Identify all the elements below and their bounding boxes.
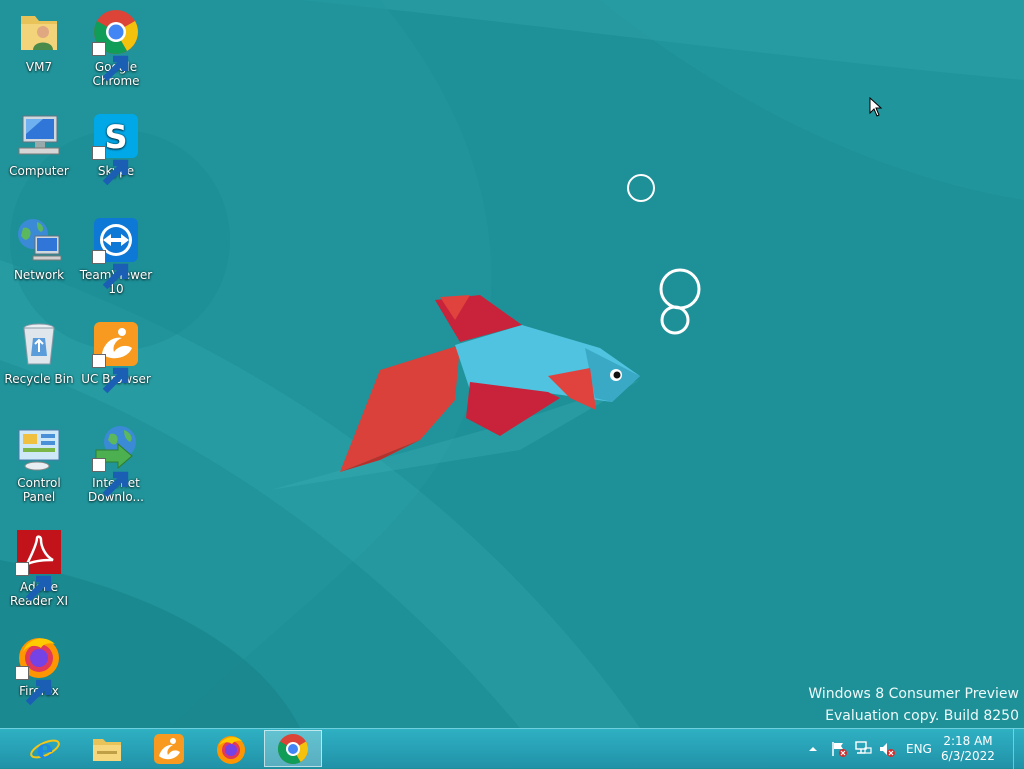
action-center-flag-icon[interactable]: [830, 740, 848, 758]
control-panel-icon: [18, 429, 60, 471]
windows-evaluation-watermark: Windows 8 Consumer Preview Evaluation co…: [808, 683, 1019, 727]
file-explorer-icon: [93, 738, 121, 761]
network-status-icon[interactable]: [854, 740, 872, 758]
taskbar-chrome-button[interactable]: [264, 730, 322, 767]
recycle-bin-icon: [23, 323, 55, 365]
desktop-icon-control-panel[interactable]: Control Panel: [0, 424, 78, 504]
taskbar-internet-explorer-button[interactable]: e: [16, 730, 74, 767]
uc-browser-icon: [154, 733, 184, 764]
desktop-icon-uc-browser[interactable]: UC Browser: [77, 320, 155, 394]
taskbar: e ENG 2:18 AM 6/3/2022: [0, 728, 1024, 769]
shortcut-arrow-icon: [92, 146, 129, 186]
clock-date: 6/3/2022: [941, 749, 995, 763]
taskbar-uc-browser-button[interactable]: [140, 730, 198, 767]
shortcut-arrow-icon: [15, 666, 52, 706]
chrome-icon: [277, 733, 309, 764]
input-language-indicator[interactable]: ENG: [906, 742, 932, 756]
desktop-icon-recycle-bin[interactable]: Recycle Bin: [0, 320, 78, 386]
svg-text:e: e: [37, 735, 54, 765]
shortcut-arrow-icon: [15, 562, 52, 602]
desktop-icon-skype[interactable]: S Skype: [77, 112, 155, 186]
desktop-icon-teamviewer[interactable]: TeamViewer 10: [77, 216, 155, 296]
shortcut-arrow-icon: [92, 250, 129, 290]
user-folder-icon: [21, 16, 57, 50]
computer-icon: [18, 115, 60, 155]
mouse-cursor-icon: [869, 97, 883, 117]
desktop-icon-google-chrome[interactable]: Google Chrome: [77, 8, 155, 88]
taskbar-firefox-button[interactable]: [202, 730, 260, 767]
desktop-icon-internet-download-manager[interactable]: Internet Downlo...: [77, 424, 155, 504]
internet-explorer-icon: e: [30, 735, 60, 765]
volume-muted-icon[interactable]: [878, 740, 896, 758]
network-icon: [18, 219, 62, 261]
taskbar-clock[interactable]: 2:18 AM 6/3/2022: [938, 734, 998, 764]
desktop-icon-network[interactable]: Network: [0, 216, 78, 282]
watermark-line-2: Evaluation copy. Build 8250: [825, 708, 1019, 724]
firefox-icon: [217, 735, 245, 764]
desktop-icon-computer[interactable]: Computer: [0, 112, 78, 178]
system-tray: ENG: [806, 729, 932, 769]
desktop-icon-firefox[interactable]: Firefox: [0, 632, 78, 706]
shortcut-arrow-icon: [92, 42, 129, 82]
taskbar-file-explorer-button[interactable]: [78, 730, 136, 767]
desktop-icon-adobe-reader[interactable]: Adobe Reader XI: [0, 528, 78, 608]
show-hidden-icons-icon[interactable]: [806, 742, 820, 756]
desktop-icon-vm7[interactable]: VM7: [0, 8, 78, 74]
show-desktop-button[interactable]: [1013, 729, 1024, 769]
shortcut-arrow-icon: [92, 354, 129, 394]
clock-time: 2:18 AM: [943, 734, 993, 748]
shortcut-arrow-icon: [92, 458, 129, 498]
watermark-line-1: Windows 8 Consumer Preview: [808, 686, 1019, 702]
